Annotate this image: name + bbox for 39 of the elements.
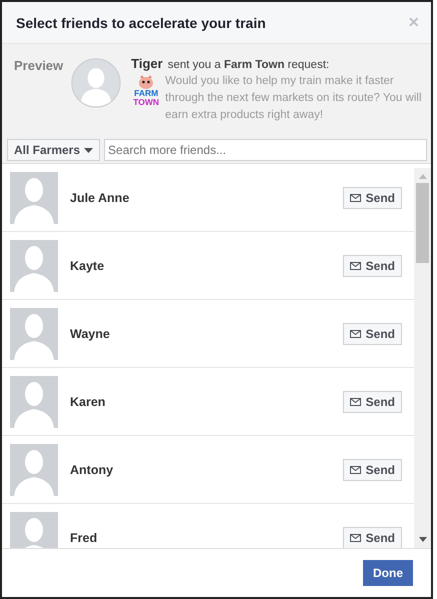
friend-name: Antony bbox=[70, 462, 114, 476]
send-button[interactable]: Send bbox=[342, 254, 402, 276]
request-text: sent you a Farm Town request: bbox=[168, 59, 330, 71]
scroll-down-icon[interactable] bbox=[418, 537, 426, 542]
sender-name: Tiger bbox=[131, 56, 163, 71]
friend-name: Karen bbox=[70, 394, 106, 408]
send-button[interactable]: Send bbox=[342, 526, 402, 548]
request-message: Would you like to help my train make it faster through the next few markets on its route? You will earn extra products right away! bbox=[165, 74, 422, 123]
friend-name: Kayte bbox=[70, 258, 106, 272]
envelope-icon bbox=[350, 194, 361, 202]
dialog-title: Select friends to accelerate your train bbox=[16, 14, 266, 30]
scroll-up-icon[interactable] bbox=[418, 174, 426, 179]
envelope-icon bbox=[350, 262, 361, 270]
envelope-icon bbox=[350, 466, 361, 474]
friend-name: Fred bbox=[70, 530, 98, 544]
avatar-icon bbox=[10, 444, 58, 496]
avatar-icon bbox=[71, 58, 122, 108]
envelope-icon bbox=[350, 398, 361, 406]
avatar-icon bbox=[10, 376, 58, 428]
avatar-icon bbox=[10, 240, 58, 292]
envelope-icon bbox=[350, 330, 361, 338]
envelope-icon bbox=[350, 534, 361, 542]
filter-dropdown[interactable]: All Farmers bbox=[7, 139, 100, 161]
scrollbar[interactable] bbox=[414, 168, 431, 548]
caret-icon bbox=[84, 148, 94, 152]
preview-label: Preview bbox=[14, 57, 64, 75]
friend-name: Wayne bbox=[70, 326, 111, 340]
game-logo: FARM TOWN bbox=[131, 73, 162, 124]
avatar-icon bbox=[10, 172, 58, 224]
done-button[interactable]: Done bbox=[363, 560, 413, 586]
send-button[interactable]: Send bbox=[342, 322, 402, 344]
avatar-icon bbox=[10, 512, 58, 548]
send-button[interactable]: Send bbox=[342, 458, 402, 480]
scrollbar-thumb[interactable] bbox=[416, 183, 429, 263]
send-button[interactable]: Send bbox=[342, 186, 402, 208]
avatar-icon bbox=[10, 308, 58, 360]
search-field[interactable]: Search more friends... bbox=[104, 139, 427, 161]
friend-name: Jule Anne bbox=[70, 190, 130, 204]
send-button[interactable]: Send bbox=[342, 390, 402, 412]
